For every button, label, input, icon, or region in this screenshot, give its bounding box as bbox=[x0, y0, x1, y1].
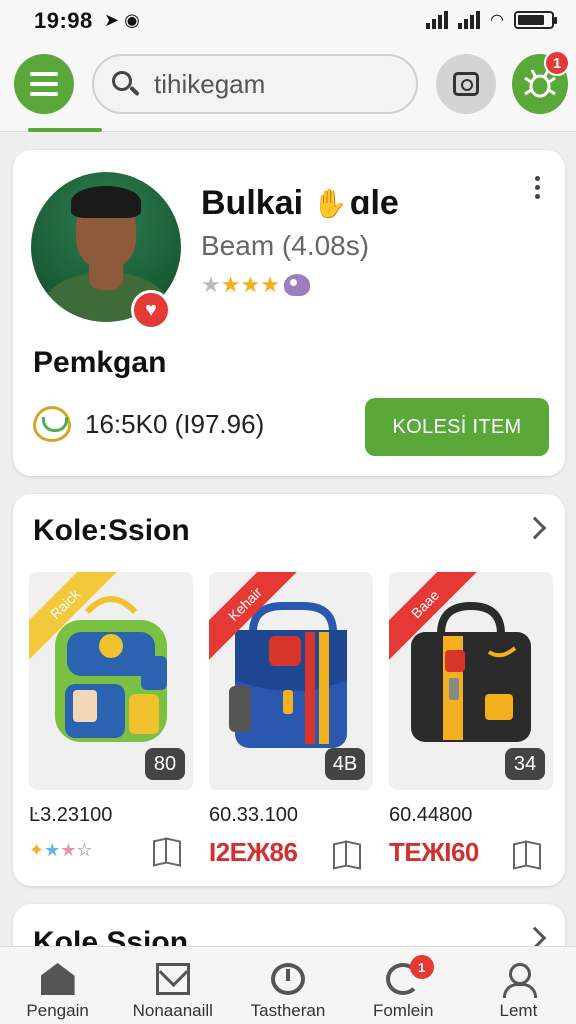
coin-value: 16:5K0 (I97.96) bbox=[85, 408, 265, 439]
nav-item-profile[interactable]: Lemt bbox=[461, 947, 576, 1024]
more-options-icon[interactable] bbox=[535, 176, 541, 199]
coin-balance: 16:5K0 (I97.96) bbox=[33, 406, 264, 442]
nav-label: Pengain bbox=[26, 1001, 89, 1020]
star-full-icon: ★ bbox=[44, 839, 61, 860]
nav-item-mail[interactable]: Nonaanaill bbox=[115, 947, 230, 1024]
menu-active-indicator bbox=[28, 128, 102, 132]
nav-item-sync[interactable]: 1 Fomlein bbox=[346, 947, 461, 1024]
item-image[interactable]: Raick 80 bbox=[29, 572, 193, 790]
search-bar[interactable] bbox=[92, 54, 418, 114]
item-code: I2EЖ86 bbox=[209, 837, 298, 867]
item-price: 60.33.100 bbox=[209, 804, 298, 826]
star-full-icon: ✦ bbox=[29, 839, 45, 860]
smile-coin-icon bbox=[33, 406, 71, 442]
profile-title: Pemkgan bbox=[33, 346, 167, 379]
scan-icon bbox=[453, 72, 479, 96]
search-icon bbox=[110, 69, 140, 99]
chevron-right-icon[interactable] bbox=[523, 516, 547, 540]
location-wifi-icon: ➤ ◉ bbox=[104, 10, 140, 30]
signal-strength-icon bbox=[458, 11, 481, 29]
bottom-navigation: Pengain Nonaanaill Tastheran 1 Fomlein L… bbox=[0, 946, 576, 1024]
hamburger-icon bbox=[30, 72, 58, 76]
item-footer: I2EЖ86 bbox=[209, 837, 373, 868]
hand-emoji-icon: ✋ bbox=[305, 188, 348, 219]
star-full-icon: ★ bbox=[60, 839, 77, 860]
user-icon bbox=[501, 963, 538, 998]
profile-subtitle: Beam (4.08s) bbox=[201, 230, 370, 261]
favorite-heart-icon[interactable]: ♥ bbox=[131, 290, 171, 330]
profile-name-first: Bulkai bbox=[201, 184, 304, 222]
collection-item[interactable]: Kehair 4B 60.33.100 I2EЖ86 bbox=[209, 572, 373, 868]
star-empty-icon: ☆ bbox=[76, 839, 93, 860]
nav-label: Fomlein bbox=[372, 1001, 434, 1020]
pet-icon bbox=[283, 274, 310, 296]
item-image[interactable]: Kehair 4B bbox=[209, 572, 373, 790]
status-indicators: ◠ bbox=[426, 10, 557, 30]
item-price: 60.44800 bbox=[389, 804, 473, 826]
status-time: 19:98 bbox=[34, 8, 93, 33]
nav-label: Tastheran bbox=[250, 1001, 326, 1020]
collection-items: Raick 80 Ŀ3.23100 ✦ ★ ★ ☆ Kehair 4B 60.3… bbox=[29, 572, 553, 868]
nav-badge: 1 bbox=[409, 955, 434, 979]
profile-name-second: ɑle bbox=[349, 184, 399, 222]
nav-label: Lemt bbox=[499, 1001, 538, 1020]
collect-item-button[interactable]: KOLESİ ITEM bbox=[365, 398, 549, 456]
notifications-button[interactable]: 1 bbox=[512, 50, 570, 114]
menu-button[interactable] bbox=[14, 54, 74, 114]
item-count-badge: 34 bbox=[505, 748, 545, 780]
wifi-icon: ◠ bbox=[490, 12, 504, 29]
top-app-bar: 1 bbox=[0, 40, 576, 132]
star-full-icon: ★ bbox=[240, 272, 261, 297]
item-code: TEЖI60 bbox=[389, 837, 479, 867]
star-rating: ★ ★ ★ ★ bbox=[201, 272, 310, 298]
star-full-icon: ★ bbox=[260, 272, 280, 297]
item-count-badge: 80 bbox=[145, 748, 185, 780]
item-footer: ✦ ★ ★ ☆ bbox=[29, 837, 193, 863]
item-count-badge: 4B bbox=[325, 748, 365, 780]
cellular-signal-icon bbox=[426, 11, 449, 29]
profile-card: ♥ Bulkai ✋ ɑle Beam (4.08s) ★ ★ ★ ★ Pemk… bbox=[13, 150, 565, 476]
collection-card: Kole:Ssion Raick 80 Ŀ3.23100 ✦ ★ ★ ☆ Keh… bbox=[13, 494, 565, 886]
star-full-icon: ★ bbox=[220, 272, 241, 297]
item-price: Ŀ3.23100 bbox=[29, 804, 113, 826]
star-empty-icon: ★ bbox=[201, 272, 221, 297]
nav-label: Nonaanaill bbox=[132, 1001, 213, 1020]
collection-item[interactable]: Raick 80 Ŀ3.23100 ✦ ★ ★ ☆ bbox=[29, 572, 193, 868]
item-image[interactable]: Baae 34 bbox=[389, 572, 553, 790]
collection-title: Kole:Ssion bbox=[33, 514, 190, 547]
book-icon[interactable] bbox=[333, 840, 361, 866]
notification-badge: 1 bbox=[544, 50, 570, 76]
item-rating: ✦ ★ ★ ☆ bbox=[29, 840, 93, 861]
nav-item-home[interactable]: Pengain bbox=[0, 947, 115, 1024]
scan-button[interactable] bbox=[436, 54, 496, 114]
book-icon[interactable] bbox=[513, 840, 541, 866]
search-input[interactable] bbox=[154, 68, 394, 100]
home-icon bbox=[40, 963, 75, 995]
status-bar: 19:98 ➤ ◉ ◠ bbox=[0, 0, 576, 40]
profile-name: Bulkai ✋ ɑle bbox=[201, 184, 399, 223]
nav-item-timer[interactable]: Tastheran bbox=[230, 947, 345, 1024]
mail-icon bbox=[155, 963, 190, 995]
item-footer: TEЖI60 bbox=[389, 837, 553, 868]
collection-item[interactable]: Baae 34 60.44800 TEЖI60 bbox=[389, 572, 553, 868]
book-icon[interactable] bbox=[153, 837, 181, 863]
timer-icon bbox=[271, 963, 305, 995]
battery-icon bbox=[514, 11, 557, 29]
